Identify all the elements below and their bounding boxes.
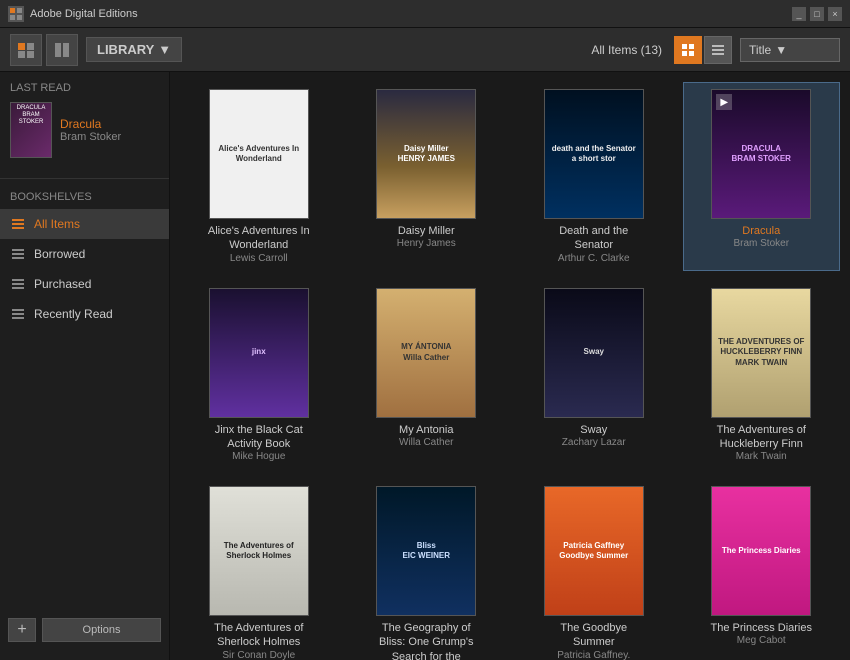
book-cover-sway: Sway xyxy=(544,288,644,418)
book-item-dracula[interactable]: ▶ DRACULABRAM STOKER Dracula Bram Stoker xyxy=(683,82,841,271)
book-title-bliss: The Geography of Bliss: One Grump's Sear… xyxy=(371,621,481,660)
book-author-sway: Zachary Lazar xyxy=(562,437,626,448)
book-cover-bliss: BlissEIC WEINER xyxy=(376,486,476,616)
toolbar-view-icons xyxy=(10,34,78,66)
book-title-sherlock: The Adventures of Sherlock Holmes xyxy=(204,621,314,650)
book-author-antonia: Willa Cather xyxy=(399,437,453,448)
sidebar-bottom: + Options xyxy=(0,610,169,650)
grid-view-button[interactable] xyxy=(674,36,702,64)
book-item-alice[interactable]: Alice's Adventures In Wonderland Alice's… xyxy=(180,82,338,271)
book-author-sherlock: Sir Conan Doyle xyxy=(222,650,295,660)
shelf-icon-recently-read xyxy=(10,306,26,322)
book-item-bliss[interactable]: BlissEIC WEINER The Geography of Bliss: … xyxy=(348,479,506,660)
window-controls[interactable]: _ □ × xyxy=(792,7,842,21)
main-content: Last Read DRACULABRAM STOKER Dracula Bra… xyxy=(0,72,850,660)
shelf-label-borrowed: Borrowed xyxy=(34,247,85,261)
last-read-author: Bram Stoker xyxy=(60,131,121,143)
toolbar: LIBRARY ▼ All Items (13) Title ▼ xyxy=(0,28,850,72)
sidebar-item-all-items[interactable]: All Items xyxy=(0,209,169,239)
last-read-section: Last Read DRACULABRAM STOKER Dracula Bra… xyxy=(0,82,169,170)
book-title-daisy: Daisy Miller xyxy=(398,224,455,238)
close-button[interactable]: × xyxy=(828,7,842,21)
last-read-label: Last Read xyxy=(10,82,159,94)
book-title-alice: Alice's Adventures In Wonderland xyxy=(204,224,314,253)
app-icon xyxy=(8,6,24,22)
sidebar-divider xyxy=(0,178,169,179)
book-title-death: Death and the Senator xyxy=(539,224,649,253)
book-author-jinx: Mike Hogue xyxy=(232,451,285,462)
shelf-label-all-items: All Items xyxy=(34,217,80,231)
forward-arrow-icon: ▶ xyxy=(716,94,732,110)
last-read-book[interactable]: DRACULABRAM STOKER Dracula Bram Stoker xyxy=(10,102,159,158)
book-title-goodbye: The Goodbye Summer xyxy=(539,621,649,650)
sidebar: Last Read DRACULABRAM STOKER Dracula Bra… xyxy=(0,72,170,660)
last-read-cover: DRACULABRAM STOKER xyxy=(10,102,52,158)
book-cover-antonia: MY ÁNTONIAWilla Cather xyxy=(376,288,476,418)
title-bar: Adobe Digital Editions _ □ × xyxy=(0,0,850,28)
book-cover-daisy: Daisy MillerHENRY JAMES xyxy=(376,89,476,219)
list-view-button[interactable] xyxy=(704,36,732,64)
shelf-icon-purchased xyxy=(10,276,26,292)
maximize-button[interactable]: □ xyxy=(810,7,824,21)
book-title-huck: The Adventures of Huckleberry Finn xyxy=(706,423,816,452)
app-title: Adobe Digital Editions xyxy=(30,8,792,20)
book-item-sherlock[interactable]: The Adventures of Sherlock Holmes The Ad… xyxy=(180,479,338,660)
book-title-princess: The Princess Diaries xyxy=(711,621,812,635)
book-cover-princess: The Princess Diaries xyxy=(711,486,811,616)
book-item-sway[interactable]: Sway Sway Zachary Lazar xyxy=(515,281,673,470)
book-item-goodbye[interactable]: Patricia GaffneyGoodbye Summer The Goodb… xyxy=(515,479,673,660)
book-title-antonia: My Antonia xyxy=(399,423,453,437)
book-author-goodbye: Patricia Gaffney. xyxy=(557,650,630,660)
book-title-sway: Sway xyxy=(580,423,607,437)
shelf-icon-all-items xyxy=(10,216,26,232)
sort-dropdown[interactable]: Title ▼ xyxy=(740,38,840,62)
bookshelves-label: Bookshelves xyxy=(0,187,169,209)
shelf-view-icon[interactable] xyxy=(10,34,42,66)
book-grid-container[interactable]: Alice's Adventures In Wonderland Alice's… xyxy=(170,72,850,660)
book-item-death[interactable]: death and the Senatora short stor Death … xyxy=(515,82,673,271)
dropdown-arrow-icon: ▼ xyxy=(158,42,171,57)
book-grid: Alice's Adventures In Wonderland Alice's… xyxy=(180,82,840,660)
library-button[interactable]: LIBRARY ▼ xyxy=(86,37,182,62)
add-button[interactable]: + xyxy=(8,618,36,642)
sidebar-item-recently-read[interactable]: Recently Read xyxy=(0,299,169,329)
view-toggle xyxy=(674,36,732,64)
book-cover-death: death and the Senatora short stor xyxy=(544,89,644,219)
book-author-alice: Lewis Carroll xyxy=(230,253,288,264)
book-item-antonia[interactable]: MY ÁNTONIAWilla Cather My Antonia Willa … xyxy=(348,281,506,470)
book-author-daisy: Henry James xyxy=(397,238,456,249)
book-title-dracula: Dracula xyxy=(742,224,780,238)
book-author-dracula: Bram Stoker xyxy=(733,238,789,249)
book-item-daisy[interactable]: Daisy MillerHENRY JAMES Daisy Miller Hen… xyxy=(348,82,506,271)
shelf-icon-borrowed xyxy=(10,246,26,262)
book-cover-huck: THE ADVENTURES OF HUCKLEBERRY FINNMARK T… xyxy=(711,288,811,418)
sidebar-item-borrowed[interactable]: Borrowed xyxy=(0,239,169,269)
book-item-huck[interactable]: THE ADVENTURES OF HUCKLEBERRY FINNMARK T… xyxy=(683,281,841,470)
book-item-jinx[interactable]: jinx Jinx the Black Cat Activity Book Mi… xyxy=(180,281,338,470)
book-title-jinx: Jinx the Black Cat Activity Book xyxy=(204,423,314,452)
last-read-title: Dracula xyxy=(60,117,121,131)
book-cover-sherlock: The Adventures of Sherlock Holmes xyxy=(209,486,309,616)
book-cover-alice: Alice's Adventures In Wonderland xyxy=(209,89,309,219)
options-button[interactable]: Options xyxy=(42,618,161,642)
book-cover-goodbye: Patricia GaffneyGoodbye Summer xyxy=(544,486,644,616)
shelf-label-purchased: Purchased xyxy=(34,277,91,291)
sidebar-item-purchased[interactable]: Purchased xyxy=(0,269,169,299)
sort-arrow-icon: ▼ xyxy=(775,43,787,57)
shelf-list: All Items Borrowed Purchased xyxy=(0,209,169,329)
minimize-button[interactable]: _ xyxy=(792,7,806,21)
book-cover-jinx: jinx xyxy=(209,288,309,418)
book-cover-dracula: ▶ DRACULABRAM STOKER xyxy=(711,89,811,219)
shelf-label-recently-read: Recently Read xyxy=(34,307,113,321)
book-author-princess: Meg Cabot xyxy=(737,635,786,646)
book-view-icon[interactable] xyxy=(46,34,78,66)
all-items-count: All Items (13) xyxy=(591,43,662,57)
book-item-princess[interactable]: The Princess Diaries The Princess Diarie… xyxy=(683,479,841,660)
book-author-huck: Mark Twain xyxy=(736,451,787,462)
book-author-death: Arthur C. Clarke xyxy=(558,253,630,264)
